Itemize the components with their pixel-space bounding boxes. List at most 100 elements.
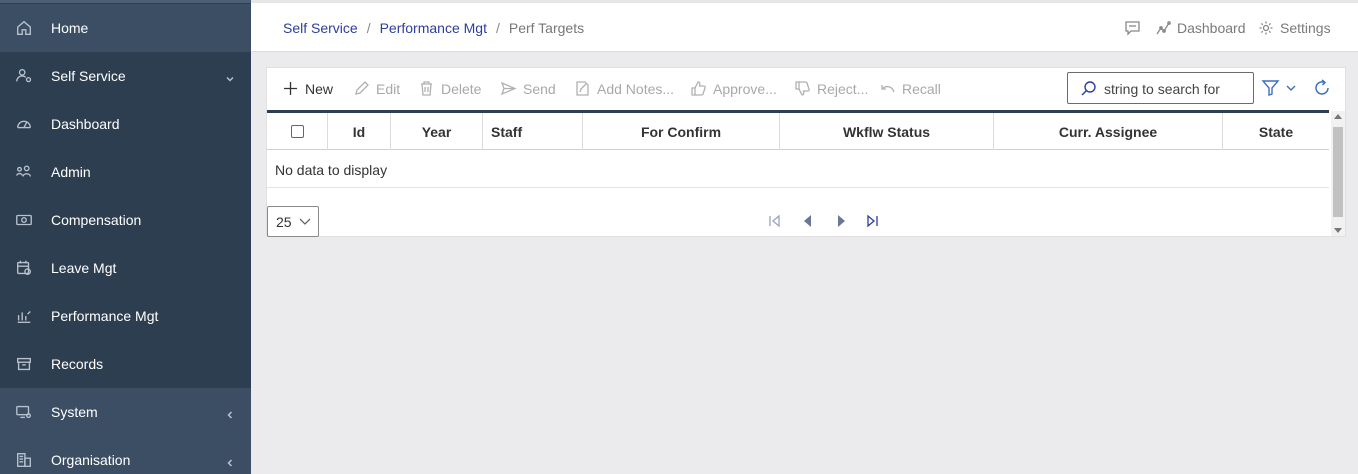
- filter-dropdown-button[interactable]: [1261, 78, 1303, 98]
- scroll-thumb[interactable]: [1333, 127, 1343, 217]
- first-page-icon: [769, 214, 780, 228]
- chart-line-icon: [1156, 21, 1171, 35]
- sidebar-item-label: Dashboard: [51, 116, 120, 132]
- thumbs-down-icon: [795, 81, 810, 96]
- delete-button-label: Delete: [441, 80, 482, 97]
- column-header-wkflw-status[interactable]: Wkflw Status: [780, 113, 994, 150]
- sidebar: Home Self Service Dashboard Admin Compen…: [0, 0, 251, 474]
- data-table: Id Year Staff For Confirm Wkflw Status C…: [267, 110, 1329, 188]
- delete-button[interactable]: Delete: [418, 80, 481, 97]
- approve-button[interactable]: Approve...: [690, 80, 777, 97]
- refresh-button[interactable]: [1312, 78, 1332, 98]
- breadcrumb-performance-mgt[interactable]: Performance Mgt: [380, 20, 487, 36]
- column-header-curr-assignee[interactable]: Curr. Assignee: [994, 113, 1223, 150]
- sidebar-item-leave-mgt[interactable]: Leave Mgt: [0, 244, 251, 292]
- settings-link-label: Settings: [1280, 20, 1331, 36]
- column-header-year[interactable]: Year: [391, 113, 483, 150]
- next-page-button[interactable]: [833, 213, 849, 229]
- chart-hand-icon: [14, 306, 34, 326]
- breadcrumb-separator: /: [495, 20, 500, 36]
- breadcrumb-current: Perf Targets: [508, 20, 585, 36]
- sidebar-item-system[interactable]: System: [0, 388, 251, 436]
- reject-button[interactable]: Reject...: [794, 80, 868, 97]
- gear-icon: [1259, 21, 1273, 35]
- previous-page-button[interactable]: [800, 213, 816, 229]
- previous-page-icon: [804, 215, 811, 227]
- dashboard-link[interactable]: Dashboard: [1155, 20, 1246, 36]
- user-gear-icon: [14, 66, 34, 86]
- chevron-down-icon: [1286, 85, 1296, 91]
- column-header-state[interactable]: State: [1223, 113, 1329, 150]
- send-button[interactable]: Send: [500, 80, 556, 97]
- undo-arrow-icon: [881, 85, 895, 93]
- add-notes-button-label: Add Notes...: [597, 80, 675, 97]
- calendar-clock-icon: [14, 258, 34, 278]
- sidebar-item-label: Organisation: [51, 452, 131, 468]
- thumbs-up-icon: [691, 81, 706, 96]
- archive-box-icon: [14, 354, 34, 374]
- sidebar-item-organisation[interactable]: Organisation: [0, 436, 251, 474]
- chat-button[interactable]: [1124, 20, 1141, 36]
- last-page-button[interactable]: [864, 213, 880, 229]
- sidebar-item-label: Performance Mgt: [51, 308, 159, 324]
- sidebar-item-records[interactable]: Records: [0, 340, 251, 388]
- search-icon: [1081, 81, 1096, 96]
- column-header-for-confirm[interactable]: For Confirm: [583, 113, 780, 150]
- column-header-staff[interactable]: Staff: [483, 113, 583, 150]
- plus-icon: [284, 82, 297, 95]
- select-all-checkbox[interactable]: [290, 125, 304, 138]
- scroll-down-arrow[interactable]: [1334, 228, 1342, 233]
- settings-link[interactable]: Settings: [1258, 20, 1331, 36]
- send-icon: [500, 81, 517, 96]
- home-icon: [14, 18, 34, 38]
- new-button[interactable]: New: [282, 80, 333, 97]
- sidebar-item-label: System: [51, 404, 98, 420]
- vertical-scrollbar[interactable]: [1331, 111, 1345, 236]
- sidebar-item-self-service[interactable]: Self Service: [0, 52, 251, 100]
- add-notes-button[interactable]: Add Notes...: [574, 80, 674, 97]
- sidebar-item-label: Home: [51, 20, 89, 36]
- building-icon: [14, 450, 34, 470]
- sidebar-item-label: Compensation: [51, 212, 142, 228]
- refresh-icon: [1315, 79, 1329, 95]
- next-page-icon: [838, 215, 845, 227]
- sidebar-top-border: [0, 0, 251, 3]
- search-placeholder: string to search for: [1104, 81, 1220, 97]
- edit-button-label: Edit: [376, 80, 401, 97]
- breadcrumb: Self Service / Performance Mgt / Perf Ta…: [283, 20, 584, 36]
- sidebar-item-label: Records: [51, 356, 104, 372]
- sidebar-item-compensation[interactable]: Compensation: [0, 196, 251, 244]
- filter-icon: [1261, 80, 1280, 96]
- sidebar-item-dashboard[interactable]: Dashboard: [0, 100, 251, 148]
- sidebar-item-admin[interactable]: Admin: [0, 148, 251, 196]
- grid-panel: New Edit Delete Send Add Notes... Approv…: [266, 67, 1346, 237]
- chevron-down-icon: [225, 71, 235, 82]
- dashboard-link-label: Dashboard: [1177, 20, 1246, 36]
- recall-button[interactable]: Recall: [879, 80, 941, 97]
- page-size-select[interactable]: 25: [267, 206, 319, 237]
- people-admin-icon: [14, 162, 34, 182]
- recall-button-label: Recall: [902, 80, 941, 97]
- edit-button[interactable]: Edit: [353, 80, 400, 97]
- page-size-value: 25: [276, 214, 292, 230]
- top-bar: Self Service / Performance Mgt / Perf Ta…: [251, 0, 1358, 52]
- breadcrumb-self-service[interactable]: Self Service: [283, 20, 358, 36]
- sidebar-item-label: Self Service: [51, 68, 126, 84]
- pencil-icon: [355, 81, 369, 95]
- sidebar-item-performance-mgt[interactable]: Performance Mgt: [0, 292, 251, 340]
- scroll-up-arrow[interactable]: [1334, 114, 1342, 119]
- note-edit-icon: [576, 81, 589, 96]
- send-button-label: Send: [523, 80, 556, 97]
- new-button-label: New: [305, 80, 334, 97]
- column-header-id[interactable]: Id: [328, 113, 391, 150]
- trash-icon: [421, 81, 432, 96]
- search-input[interactable]: string to search for: [1067, 72, 1254, 104]
- table-header: Id Year Staff For Confirm Wkflw Status C…: [267, 110, 1329, 150]
- last-page-icon: [867, 214, 878, 228]
- cash-icon: [14, 210, 34, 230]
- sidebar-item-home[interactable]: Home: [0, 4, 251, 52]
- monitor-gear-icon: [14, 402, 34, 422]
- breadcrumb-separator: /: [366, 20, 371, 36]
- first-page-button[interactable]: [767, 213, 783, 229]
- chevron-left-icon: [225, 407, 235, 419]
